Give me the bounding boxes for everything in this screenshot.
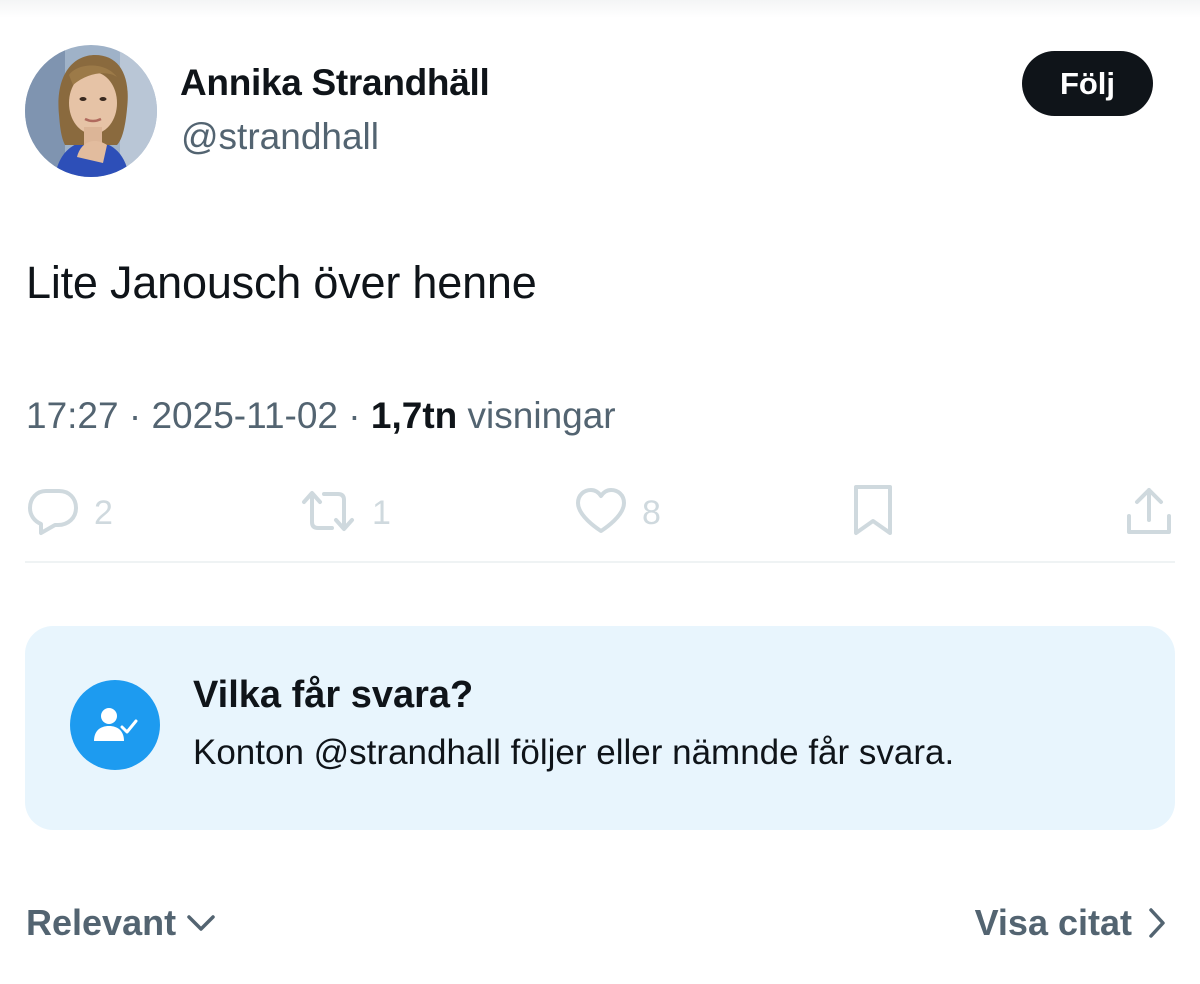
chevron-down-icon	[186, 913, 216, 933]
reply-icon	[26, 485, 80, 542]
reply-button[interactable]: 2	[26, 485, 113, 541]
sort-dropdown[interactable]: Relevant	[26, 902, 216, 944]
divider	[25, 561, 1175, 563]
meta-separator: ·	[338, 395, 371, 436]
action-bar: 2 1 8	[0, 483, 1200, 545]
reply-count: 2	[94, 493, 113, 532]
view-quotes-link[interactable]: Visa citat	[975, 902, 1166, 944]
bookmark-icon	[850, 483, 896, 544]
tweet-date[interactable]: 2025-11-02	[151, 395, 338, 436]
like-button[interactable]: 8	[574, 485, 661, 541]
display-name[interactable]: Annika Strandhäll	[180, 62, 490, 104]
avatar[interactable]	[25, 45, 157, 177]
tweet-meta: 17:27 · 2025-11-02 · 1,7tn visningar	[26, 395, 616, 437]
repost-icon	[298, 486, 358, 541]
heart-icon	[574, 486, 628, 541]
view-quotes-label: Visa citat	[974, 902, 1132, 943]
follow-button[interactable]: Följ	[1022, 51, 1153, 116]
reply-restriction-card: Vilka får svara? Konton @strandhall följ…	[25, 626, 1175, 830]
sort-label: Relevant	[26, 902, 177, 943]
share-button[interactable]	[1124, 485, 1174, 541]
reply-restriction-title: Vilka får svara?	[193, 674, 474, 716]
reply-restriction-description: Konton @strandhall följer eller nämnde f…	[193, 733, 955, 772]
user-handle[interactable]: @strandhall	[181, 116, 379, 158]
tweet-time[interactable]: 17:27	[26, 395, 119, 436]
like-count: 8	[642, 493, 661, 532]
share-icon	[1124, 484, 1174, 543]
bookmark-button[interactable]	[850, 483, 896, 544]
views-label: visningar	[457, 395, 616, 436]
top-scroll-fade	[0, 0, 1200, 18]
person-check-icon	[70, 680, 160, 770]
tweet-text: Lite Janousch över henne	[26, 257, 537, 308]
views-count: 1,7tn	[370, 395, 458, 436]
repost-button[interactable]: 1	[298, 485, 391, 541]
chevron-right-icon	[1148, 907, 1166, 939]
repost-count: 1	[372, 493, 391, 532]
meta-separator: ·	[118, 395, 152, 436]
